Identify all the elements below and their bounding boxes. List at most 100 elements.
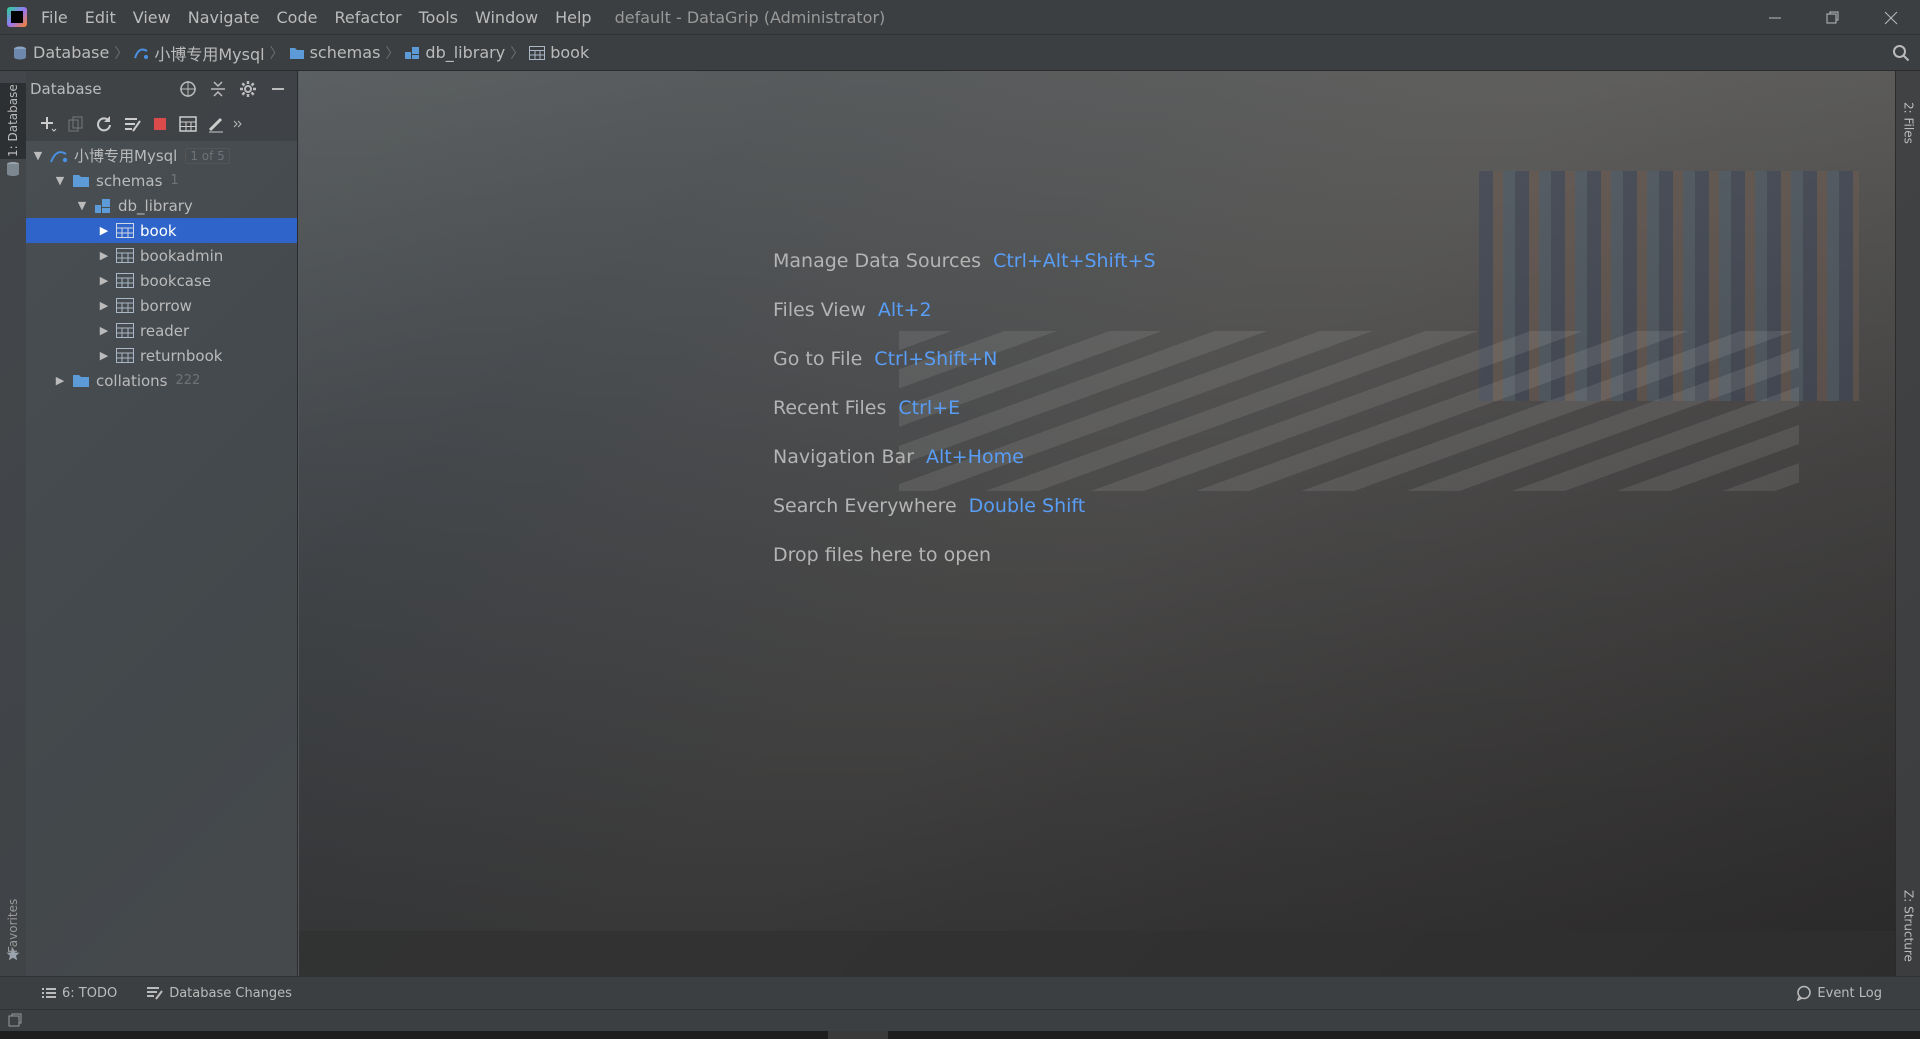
add-icon[interactable] (34, 110, 62, 138)
menu-file[interactable]: File (39, 6, 70, 29)
breadcrumb-datasource[interactable]: 小博专用Mysql (133, 41, 265, 65)
collapsed-arrow-icon[interactable]: ▶ (52, 374, 68, 387)
search-icon[interactable] (1892, 44, 1910, 66)
left-tool-stripe: 1: Database Favorites (0, 71, 26, 976)
schema-sync-icon[interactable] (118, 110, 146, 138)
breadcrumb-label: Database (33, 43, 110, 62)
table-icon (116, 273, 134, 289)
tree-node-datasource[interactable]: ▼ 小博专用Mysql 1 of 5 (26, 143, 297, 168)
menu-window[interactable]: Window (473, 6, 540, 29)
title-bar: File Edit View Navigate Code Refactor To… (0, 0, 1920, 35)
hint-go-to-file: Go to File Ctrl+Shift+N (773, 334, 1156, 383)
tool-tab-label: 2: Files (1901, 102, 1916, 144)
hint-label: Manage Data Sources (773, 249, 982, 272)
hint-drop-files: Drop files here to open (773, 530, 1156, 579)
schema-icon (404, 45, 420, 61)
hint-search-everywhere: Search Everywhere Double Shift (773, 481, 1156, 530)
folder-icon (72, 373, 90, 389)
hint-shortcut: Ctrl+E (898, 396, 961, 419)
breadcrumb-schemas[interactable]: schemas (289, 43, 380, 62)
right-tool-stripe: 2: Files Z: Structure (1895, 71, 1920, 976)
collapsed-arrow-icon[interactable]: ▶ (96, 274, 112, 287)
refresh-icon[interactable] (90, 110, 118, 138)
tree-node-count: 1 of 5 (185, 147, 230, 164)
tree-node-schemas[interactable]: ▼ schemas 1 (26, 168, 297, 193)
table-icon (116, 323, 134, 339)
table-view-icon[interactable] (174, 110, 202, 138)
table-icon (116, 223, 134, 239)
menu-edit[interactable]: Edit (83, 6, 118, 29)
breadcrumb-schema[interactable]: db_library (404, 43, 505, 62)
window-title: default - DataGrip (Administrator) (614, 7, 886, 27)
close-button[interactable] (1862, 0, 1920, 35)
gear-icon[interactable] (237, 78, 259, 100)
restore-button[interactable] (1804, 0, 1862, 35)
expanded-arrow-icon[interactable]: ▼ (30, 149, 46, 162)
editor-bottom-strip (299, 931, 1895, 976)
list-icon (42, 987, 56, 999)
tree-node-collations[interactable]: ▶ collations 222 (26, 368, 297, 393)
tree-node-schema[interactable]: ▼ db_library (26, 193, 297, 218)
copy-icon[interactable] (62, 110, 90, 138)
collapse-all-icon[interactable] (207, 78, 229, 100)
tool-tab-event-log[interactable]: Event Log (1796, 985, 1882, 1001)
breadcrumb-table[interactable]: book (529, 43, 589, 62)
tool-tab-label: Database Changes (169, 985, 292, 1001)
expanded-arrow-icon[interactable]: ▼ (74, 199, 90, 212)
toggle-tool-windows-icon[interactable] (8, 1013, 22, 1031)
more-actions-icon[interactable] (230, 110, 246, 138)
collapsed-arrow-icon[interactable]: ▶ (96, 224, 112, 237)
minimize-icon (1769, 17, 1781, 18)
tree-node-label: schemas (96, 171, 163, 190)
tool-tab-structure[interactable]: Z: Structure (1896, 871, 1920, 981)
edit-icon[interactable] (202, 110, 230, 138)
menu-navigate[interactable]: Navigate (186, 6, 262, 29)
close-icon (1884, 11, 1898, 24)
menu-tools[interactable]: Tools (417, 6, 460, 29)
database-stack-icon (6, 161, 20, 181)
hint-manage-data-sources: Manage Data Sources Ctrl+Alt+Shift+S (773, 236, 1156, 285)
breadcrumb-database[interactable]: Database (12, 43, 109, 62)
tree-node-table-reader[interactable]: ▶ reader (26, 318, 297, 343)
tool-tab-label: 1: Database (6, 84, 20, 158)
tool-tab-database-changes[interactable]: Database Changes (147, 986, 292, 1001)
hint-shortcut: Alt+Home (926, 445, 1024, 468)
tool-tab-files[interactable]: 2: Files (1896, 83, 1920, 163)
hide-panel-icon[interactable] (267, 78, 289, 100)
tree-node-table-bookcase[interactable]: ▶ bookcase (26, 268, 297, 293)
hint-navigation-bar: Navigation Bar Alt+Home (773, 432, 1156, 481)
tool-tab-database[interactable]: 1: Database (0, 83, 26, 159)
collapsed-arrow-icon[interactable]: ▶ (96, 299, 112, 312)
tree-node-table-returnbook[interactable]: ▶ returnbook (26, 343, 297, 368)
tool-tab-todo[interactable]: 6: TODO (42, 986, 117, 1001)
os-taskbar-edge (0, 1031, 1920, 1039)
panel-title: Database (30, 80, 102, 98)
database-changes-icon (147, 986, 164, 1000)
stop-icon[interactable] (146, 110, 174, 138)
database-icon (12, 45, 28, 61)
status-bar (0, 1009, 1920, 1031)
minimize-button[interactable] (1746, 0, 1804, 35)
menu-code[interactable]: Code (275, 6, 320, 29)
tree-node-label: book (140, 221, 177, 240)
menu-help[interactable]: Help (553, 6, 593, 29)
folder-icon (289, 46, 305, 60)
hint-label: Files View (773, 298, 866, 321)
tree-node-table-bookadmin[interactable]: ▶ bookadmin (26, 243, 297, 268)
menu-refactor[interactable]: Refactor (332, 6, 403, 29)
expanded-arrow-icon[interactable]: ▼ (52, 174, 68, 187)
collapsed-arrow-icon[interactable]: ▶ (96, 349, 112, 362)
collapsed-arrow-icon[interactable]: ▶ (96, 249, 112, 262)
tool-tab-label: 6: TODO (62, 985, 118, 1001)
menu-view[interactable]: View (131, 6, 173, 29)
hint-label: Navigation Bar (773, 445, 915, 468)
crosshair-icon[interactable] (177, 78, 199, 100)
hint-shortcut: Ctrl+Shift+N (874, 347, 998, 370)
collapsed-arrow-icon[interactable]: ▶ (96, 324, 112, 337)
breadcrumb-separator: 〉 (510, 45, 525, 62)
table-icon (116, 248, 134, 264)
tree-node-table-book[interactable]: ▶ book (26, 218, 297, 243)
hint-label: Go to File (773, 347, 863, 370)
table-icon (529, 45, 546, 60)
tree-node-table-borrow[interactable]: ▶ borrow (26, 293, 297, 318)
